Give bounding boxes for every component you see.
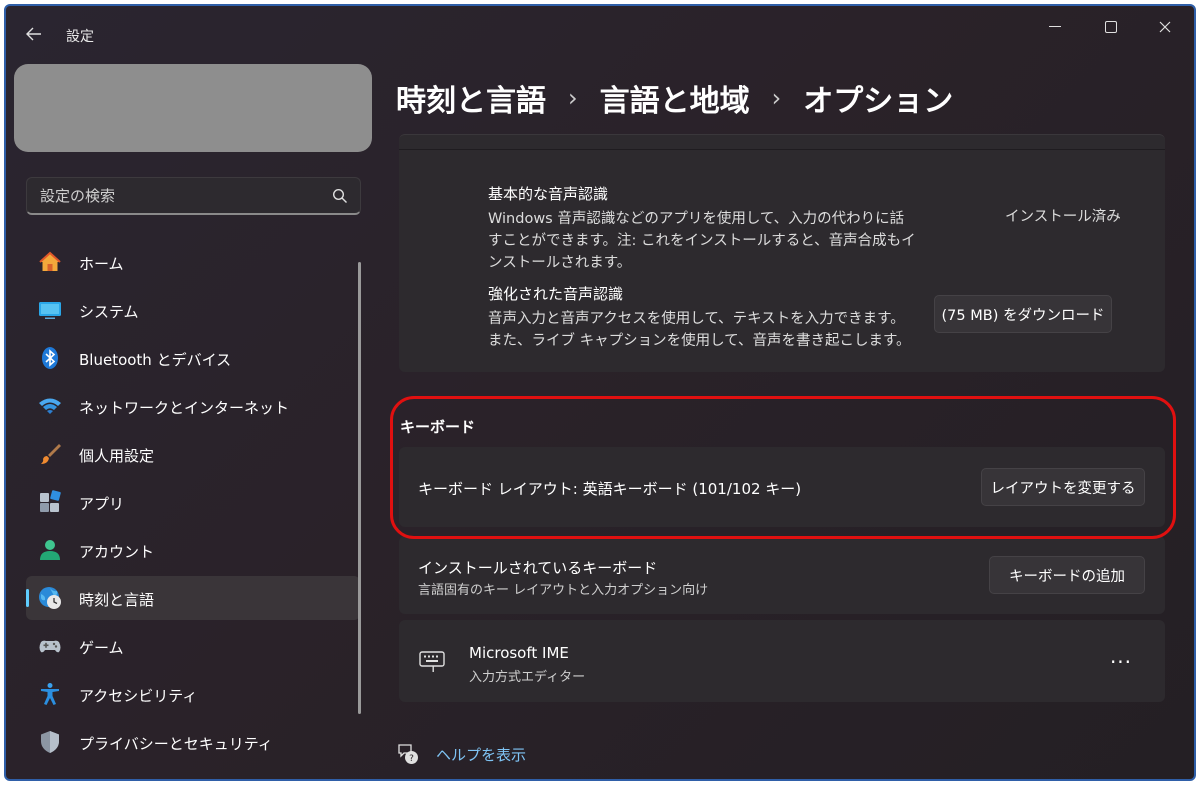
- installed-status: インストール済み: [1005, 209, 1121, 225]
- installed-keyboards-card: インストールされているキーボード 言語固有のキー レイアウトと入力オプション向け…: [399, 536, 1165, 614]
- globe-clock-icon: [38, 586, 62, 610]
- installed-keyboards-subtitle: 言語固有のキー レイアウトと入力オプション向け: [418, 583, 709, 598]
- basic-speech-item: 基本的な音声認識 Windows 音声認識などのアプリを使用して、入力の代わりに…: [488, 183, 918, 274]
- svg-text:?: ?: [409, 754, 414, 764]
- sidebar-item-gaming[interactable]: ゲーム: [26, 624, 360, 668]
- minimize-icon: [1049, 26, 1061, 27]
- back-button[interactable]: [20, 20, 48, 48]
- keyboard-icon: [419, 651, 445, 672]
- sidebar-item-personalization[interactable]: 個人用設定: [26, 432, 360, 476]
- sidebar-item-home[interactable]: ホーム: [26, 240, 360, 284]
- speech-card: 基本的な音声認識 Windows 音声認識などのアプリを使用して、入力の代わりに…: [399, 134, 1165, 372]
- close-button[interactable]: [1142, 12, 1188, 42]
- paintbrush-icon: [38, 442, 62, 466]
- arrow-left-icon: [26, 27, 41, 41]
- accessibility-icon: [38, 682, 62, 706]
- wifi-icon: [38, 394, 62, 418]
- monitor-icon: [38, 298, 62, 322]
- gamepad-icon: [38, 634, 62, 658]
- selection-indicator: [26, 589, 29, 607]
- download-button[interactable]: (75 MB) をダウンロード: [934, 295, 1112, 333]
- microsoft-ime-card[interactable]: Microsoft IME 入力方式エディター ···: [399, 620, 1165, 702]
- maximize-button[interactable]: [1088, 12, 1134, 42]
- help-row: ? ヘルプを表示: [396, 742, 526, 766]
- sidebar-item-bluetooth[interactable]: Bluetooth とデバイス: [26, 336, 360, 380]
- person-icon: [38, 538, 62, 562]
- sidebar-item-accessibility[interactable]: アクセシビリティ: [26, 672, 360, 716]
- chevron-right-icon: ›: [771, 84, 782, 112]
- close-icon: [1159, 21, 1171, 33]
- sidebar-scrollbar[interactable]: [358, 262, 361, 714]
- ime-name: Microsoft IME: [469, 644, 569, 662]
- basic-speech-title: 基本的な音声認識: [488, 185, 609, 203]
- sidebar-item-network[interactable]: ネットワークとインターネット: [26, 384, 360, 428]
- sidebar-item-accounts[interactable]: アカウント: [26, 528, 360, 572]
- sidebar-item-time-language[interactable]: 時刻と言語: [26, 576, 360, 620]
- app-title: 設定: [66, 29, 94, 45]
- sidebar-nav: ホーム システム Bluetooth とデバイス ネットワークとインターネット …: [26, 240, 360, 768]
- title-bar: 設定: [6, 6, 1194, 62]
- search-icon[interactable]: [332, 188, 348, 204]
- enhanced-speech-item: 強化された音声認識 音声入力と音声アクセスを使用して、テキストを入力できます。ま…: [488, 283, 918, 352]
- home-icon: [38, 250, 62, 274]
- basic-speech-desc: Windows 音声認識などのアプリを使用して、入力の代わりに話すことができます…: [488, 211, 916, 271]
- enhanced-speech-title: 強化された音声認識: [488, 285, 624, 303]
- search-box: [26, 177, 361, 215]
- installed-keyboards-title: インストールされているキーボード: [418, 559, 658, 577]
- sidebar-item-apps[interactable]: アプリ: [26, 480, 360, 524]
- ime-subtitle: 入力方式エディター: [469, 670, 586, 685]
- enhanced-speech-desc: 音声入力と音声アクセスを使用して、テキストを入力できます。また、ライブ キャプシ…: [488, 311, 911, 349]
- maximize-icon: [1105, 21, 1117, 33]
- help-link[interactable]: ヘルプを表示: [436, 744, 526, 765]
- search-input[interactable]: [27, 178, 317, 214]
- add-keyboard-button[interactable]: キーボードの追加: [989, 556, 1145, 594]
- settings-window: 設定 ホーム: [4, 4, 1196, 781]
- highlight-annotation: [390, 396, 1176, 539]
- breadcrumb: 時刻と言語 › 言語と地域 › オプション: [396, 74, 953, 122]
- chevron-right-icon: ›: [568, 84, 578, 112]
- sidebar-item-system[interactable]: システム: [26, 288, 360, 332]
- user-profile-card[interactable]: [14, 64, 372, 152]
- divider: [399, 149, 1165, 150]
- apps-icon: [38, 490, 62, 514]
- more-options-button[interactable]: ···: [1105, 648, 1137, 676]
- bluetooth-icon: [38, 346, 62, 370]
- breadcrumb-options: オプション: [803, 84, 954, 119]
- shield-icon: [38, 730, 62, 754]
- help-icon: ?: [398, 744, 418, 764]
- minimize-button[interactable]: [1032, 12, 1078, 42]
- breadcrumb-time-language[interactable]: 時刻と言語: [396, 76, 546, 120]
- breadcrumb-language-region[interactable]: 言語と地域: [600, 76, 750, 120]
- sidebar-item-privacy[interactable]: プライバシーとセキュリティ: [26, 720, 360, 764]
